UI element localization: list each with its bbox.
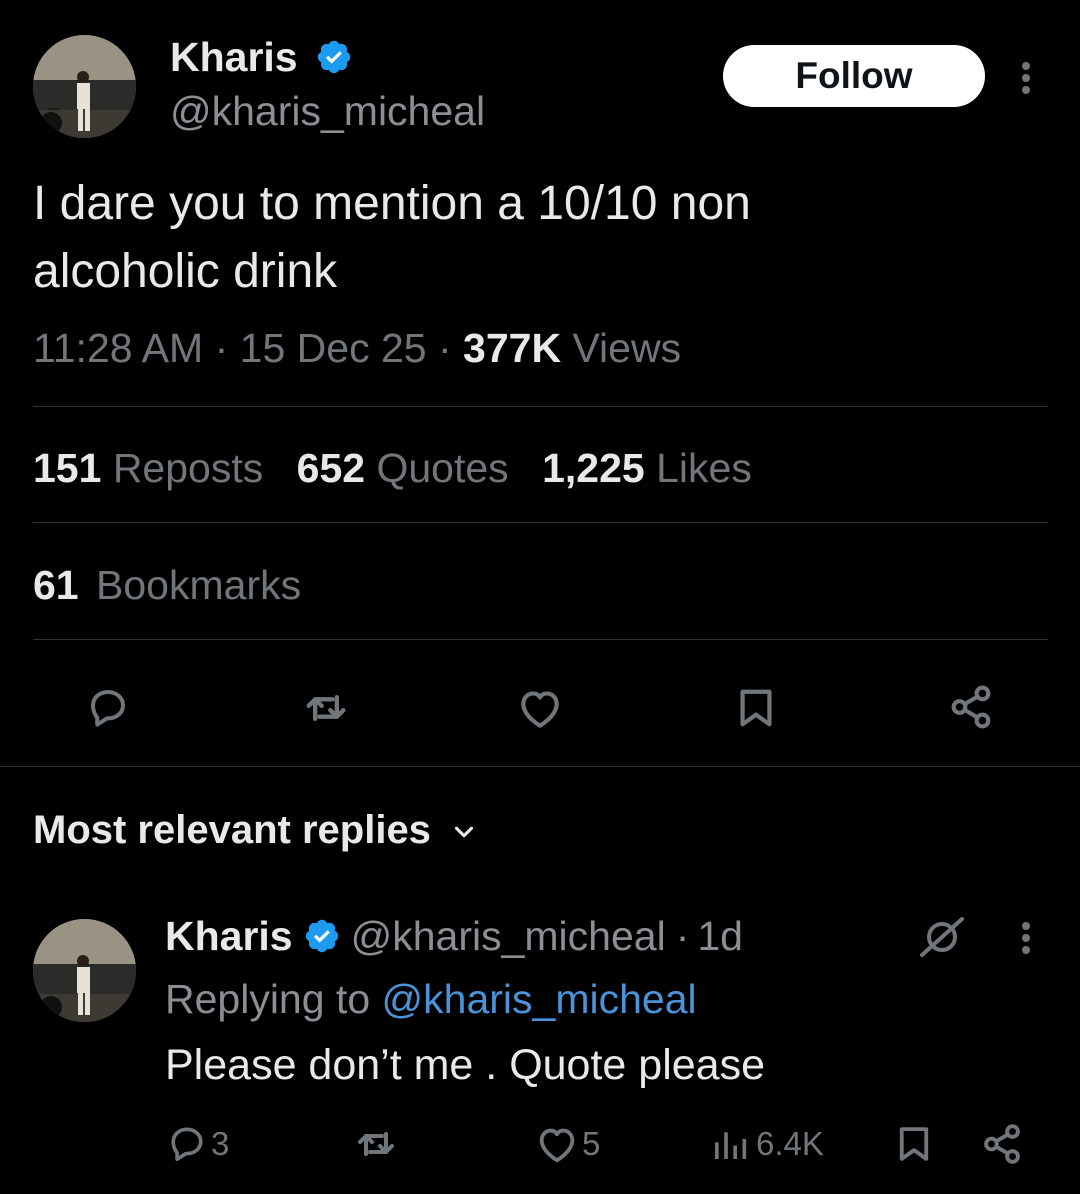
- views-count: 377K: [463, 325, 562, 371]
- bookmark-icon[interactable]: [728, 680, 784, 736]
- engagement-stats: 151 Reposts 652 Quotes 1,225 Likes: [33, 444, 752, 492]
- quotes-count: 652: [296, 445, 366, 491]
- share-icon[interactable]: [942, 678, 1000, 736]
- tweet-time[interactable]: 11:28 AM: [33, 325, 203, 371]
- more-options-icon[interactable]: [1008, 58, 1044, 98]
- likes-stat[interactable]: 1,225 Likes: [542, 445, 752, 491]
- author-name[interactable]: Kharis: [170, 33, 353, 81]
- chevron-down-icon: [454, 826, 473, 838]
- divider: [33, 522, 1048, 523]
- avatar-photo: [33, 35, 136, 138]
- reply-like-count: 5: [582, 1125, 601, 1162]
- reply-author-handle[interactable]: @kharis_micheal: [351, 912, 666, 960]
- reply-views-action[interactable]: 6.4K: [710, 1118, 824, 1170]
- tweet-meta: 11:28 AM · 15 Dec 25 · 377K Views: [33, 324, 681, 372]
- quotes-label: Quotes: [376, 445, 509, 491]
- reply-share-icon[interactable]: [976, 1118, 1028, 1170]
- reply-repost-icon[interactable]: [350, 1118, 402, 1170]
- reply-count: 3: [211, 1125, 230, 1162]
- reply-icon[interactable]: [80, 680, 136, 736]
- reply-author-avatar[interactable]: [33, 919, 136, 1022]
- views-label: Views: [572, 325, 682, 371]
- author-avatar[interactable]: [33, 35, 136, 138]
- views-icon: [715, 1132, 747, 1159]
- verified-badge-icon: [317, 40, 351, 74]
- reply-like-action[interactable]: 5: [534, 1118, 600, 1170]
- reply-text: Please don’t me . Quote please: [165, 1041, 765, 1089]
- meta-separator: ·: [675, 913, 690, 959]
- divider: [33, 639, 1048, 640]
- divider: [33, 406, 1048, 407]
- reply-author-name[interactable]: Kharis: [165, 912, 293, 960]
- reposts-label: Reposts: [112, 445, 264, 491]
- repost-icon[interactable]: [298, 680, 354, 736]
- avatar-photo: [33, 919, 136, 1022]
- quotes-stat[interactable]: 652 Quotes: [297, 445, 520, 491]
- reply-more-options-icon[interactable]: [1008, 918, 1044, 958]
- like-icon: [539, 1128, 575, 1163]
- replying-to-prefix: Replying to: [165, 976, 371, 1022]
- meta-separator: ·: [214, 325, 229, 371]
- bookmarks-count: 61: [33, 562, 79, 608]
- replying-to: Replying to @kharis_micheal: [165, 975, 697, 1023]
- verified-badge-icon: [305, 919, 338, 953]
- replies-sort-selector[interactable]: Most relevant replies: [33, 806, 479, 854]
- tweet-text-line-1: I dare you to mention a 10/10 non: [33, 177, 751, 230]
- author-name-text[interactable]: Kharis: [170, 34, 298, 80]
- like-icon[interactable]: [512, 680, 568, 736]
- reply-age[interactable]: 1d: [697, 912, 743, 960]
- reposts-stat[interactable]: 151 Reposts: [33, 445, 275, 491]
- reply-bookmark-icon[interactable]: [888, 1118, 940, 1170]
- bookmarks-stat[interactable]: 61 Bookmarks: [33, 561, 301, 609]
- meta-separator: ·: [437, 325, 452, 371]
- reply-header: Kharis @kharis_micheal · 1d: [165, 912, 743, 960]
- tweet-date[interactable]: 15 Dec 25: [240, 325, 427, 371]
- follow-button[interactable]: Follow: [723, 45, 985, 107]
- grok-icon[interactable]: [914, 912, 970, 962]
- section-divider: [0, 766, 1080, 767]
- reply-icon: [171, 1127, 203, 1162]
- tweet-text-line-2: alcoholic drink: [33, 245, 338, 298]
- author-handle[interactable]: @kharis_micheal: [170, 87, 485, 135]
- likes-label: Likes: [656, 445, 752, 491]
- bookmarks-label: Bookmarks: [96, 562, 302, 608]
- likes-count: 1,225: [542, 445, 645, 491]
- reposts-count: 151: [33, 445, 102, 491]
- replies-sort-label: Most relevant replies: [33, 808, 431, 852]
- reply-views-count: 6.4K: [756, 1125, 824, 1162]
- reply-reply-action[interactable]: 3: [165, 1118, 229, 1170]
- replying-to-handle[interactable]: @kharis_micheal: [382, 976, 697, 1022]
- tweet-text: I dare you to mention a 10/10 non alcoho…: [33, 170, 751, 306]
